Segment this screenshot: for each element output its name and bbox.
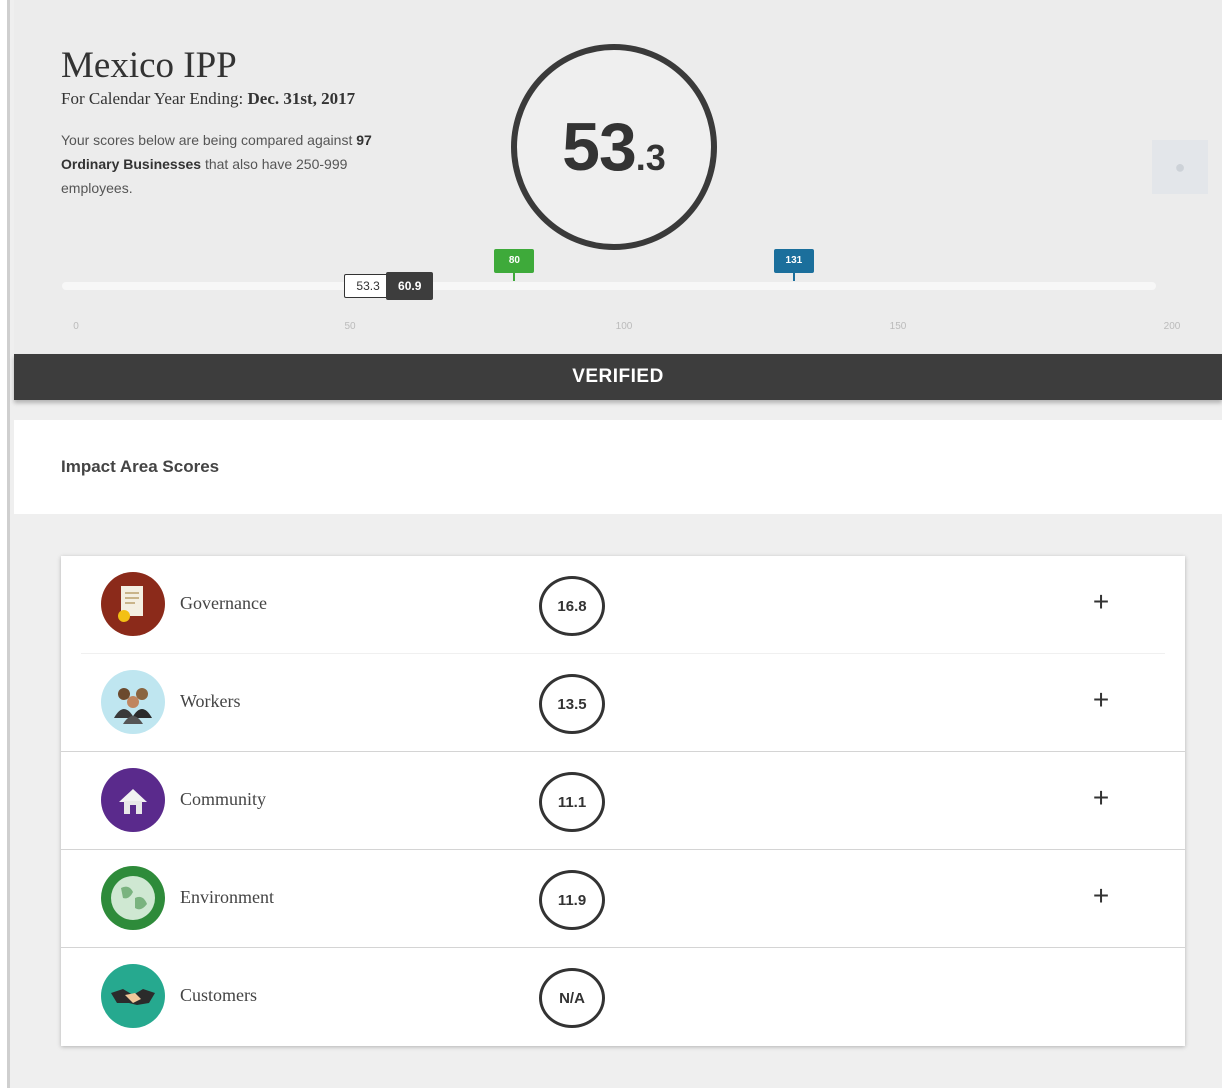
expand-environment-button[interactable]: + <box>1087 880 1115 912</box>
impact-row-workers[interactable]: Workers 13.5 + <box>61 654 1185 752</box>
impact-area-list: Governance 16.8 + Workers 13.5 + Communi… <box>61 556 1185 1046</box>
impact-area-score: 11.9 <box>539 870 605 930</box>
scale-tick: 150 <box>889 321 907 332</box>
scale-tick: 200 <box>1163 321 1181 332</box>
impact-area-name: Governance <box>180 593 267 613</box>
impact-area-name: Community <box>180 789 267 809</box>
impact-area-name: Environment <box>180 887 274 907</box>
top-score-flag: 131 <box>773 249 814 281</box>
workers-icon <box>101 670 165 734</box>
impact-row-environment[interactable]: Environment 11.9 + <box>61 850 1185 948</box>
verified-status-bar: VERIFIED <box>14 354 1222 400</box>
impact-area-score: 16.8 <box>539 576 605 636</box>
left-border <box>0 0 10 1088</box>
impact-row-customers: Customers N/A <box>61 948 1185 1046</box>
overall-score-decimal: .3 <box>635 137 666 178</box>
scale-tick: 50 <box>344 321 356 332</box>
overall-score-circle: 53.3 <box>511 44 717 250</box>
scale-tick: 0 <box>73 321 79 332</box>
impact-area-name: Workers <box>180 691 241 711</box>
score-summary-panel: Mexico IPP For Calendar Year Ending: Dec… <box>14 0 1222 355</box>
reporting-period: For Calendar Year Ending: Dec. 31st, 201… <box>61 89 355 109</box>
company-title: Mexico IPP <box>61 45 237 86</box>
scale-tick: 100 <box>615 321 633 332</box>
section-title: Impact Area Scores <box>61 457 220 476</box>
period-prefix: For Calendar Year Ending: <box>61 89 248 108</box>
expand-community-button[interactable]: + <box>1087 782 1115 814</box>
period-date: Dec. 31st, 2017 <box>247 89 356 108</box>
median-score-marker: 60.9 <box>386 272 434 300</box>
expand-workers-button[interactable]: + <box>1087 684 1115 716</box>
your-score-marker: 53.3 <box>344 274 393 298</box>
side-toggle-icon: ● <box>1174 156 1186 177</box>
impact-area-score: 11.1 <box>539 772 605 832</box>
side-panel-toggle[interactable]: ● <box>1152 140 1208 194</box>
impact-area-score: 13.5 <box>539 674 605 734</box>
comparison-note: Your scores below are being compared aga… <box>61 128 421 200</box>
scale-track <box>62 282 1156 290</box>
expand-governance-button[interactable]: + <box>1087 586 1115 618</box>
impact-row-community[interactable]: Community 11.1 + <box>61 752 1185 850</box>
compare-prefix: Your scores below are being compared aga… <box>61 132 357 148</box>
overall-score-whole: 53 <box>562 109 637 185</box>
certification-threshold-flag: 80 <box>494 249 535 281</box>
impact-area-score: N/A <box>539 968 605 1028</box>
community-icon <box>101 768 165 832</box>
environment-icon <box>101 866 165 930</box>
impact-row-governance[interactable]: Governance 16.8 + <box>61 556 1185 654</box>
governance-icon <box>101 572 165 636</box>
impact-section-header: Impact Area Scores <box>14 420 1222 514</box>
impact-area-name: Customers <box>180 985 258 1005</box>
customers-icon <box>101 964 165 1028</box>
